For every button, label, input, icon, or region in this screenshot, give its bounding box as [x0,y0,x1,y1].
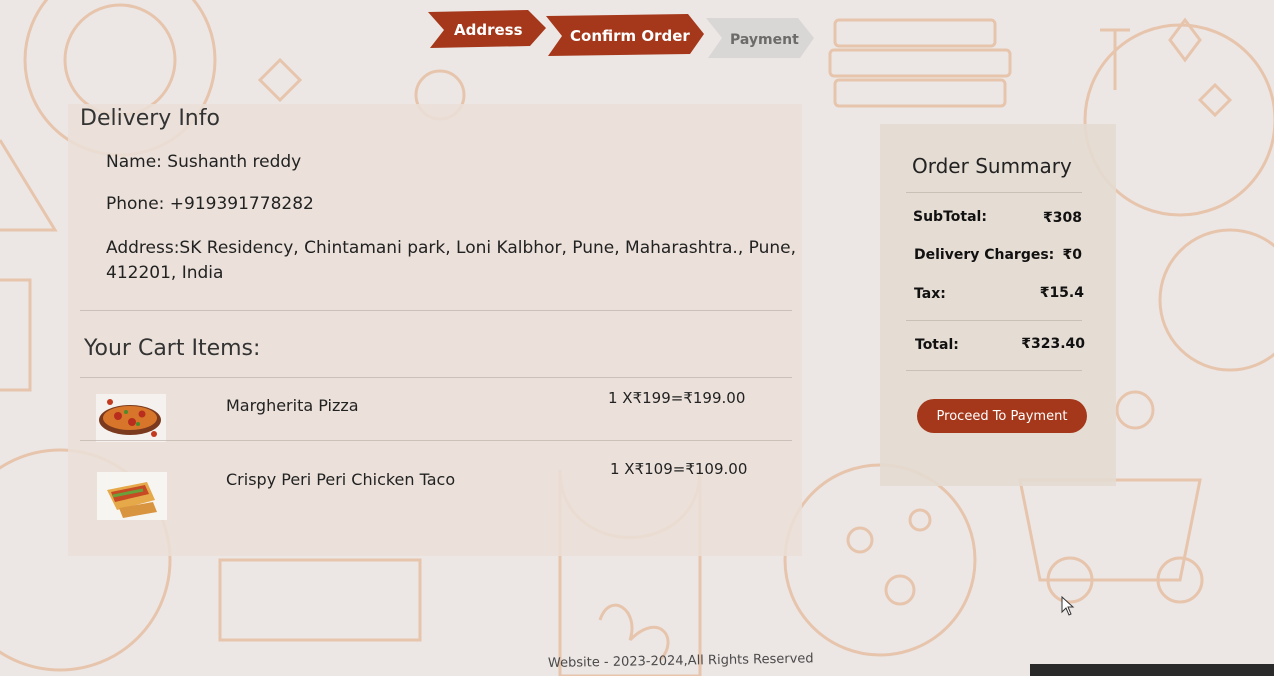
total-value: ₹323.40 [1021,336,1085,352]
delivery-charges-value: ₹0 [1062,247,1082,263]
order-summary-heading: Order Summary [912,154,1072,178]
cart-item-name: Margherita Pizza [226,396,359,415]
delivery-phone: Phone: +919391778282 [106,194,314,214]
cart-items-heading: Your Cart Items: [84,336,261,361]
step-payment-label[interactable]: Payment [730,32,799,48]
divider [80,377,792,378]
delivery-address-line2: 412201, India [106,263,224,283]
step-confirm-order-label[interactable]: Confirm Order [570,27,690,45]
divider [80,440,792,441]
mouse-cursor-icon [1061,596,1075,616]
total-label: Total: [915,337,959,353]
cart-item-price: 1 X₹199=₹199.00 [608,389,746,407]
tax-label: Tax: [914,286,946,302]
screen-bezel-edge [1030,664,1274,676]
pizza-image [96,394,166,442]
divider [80,310,792,311]
delivery-info-heading: Delivery Info [80,106,220,131]
divider [906,192,1082,193]
step-address-label[interactable]: Address [454,21,523,39]
delivery-address-line1: Address:SK Residency, Chintamani park, L… [106,238,797,258]
subtotal-label: SubTotal: [913,209,987,225]
tax-value: ₹15.4 [1039,285,1084,301]
checkout-stepper: Address Confirm Order Payment [428,10,818,60]
divider [906,370,1082,371]
divider [906,320,1082,321]
subtotal-value: ₹308 [1043,210,1082,226]
taco-image [97,472,167,520]
delivery-charges-label: Delivery Charges: [914,247,1055,263]
delivery-name: Name: Sushanth reddy [106,152,302,172]
cart-item-name: Crispy Peri Peri Chicken Taco [226,470,456,489]
proceed-to-payment-button[interactable]: Proceed To Payment [917,399,1087,433]
cart-item-price: 1 X₹109=₹109.00 [610,460,748,478]
